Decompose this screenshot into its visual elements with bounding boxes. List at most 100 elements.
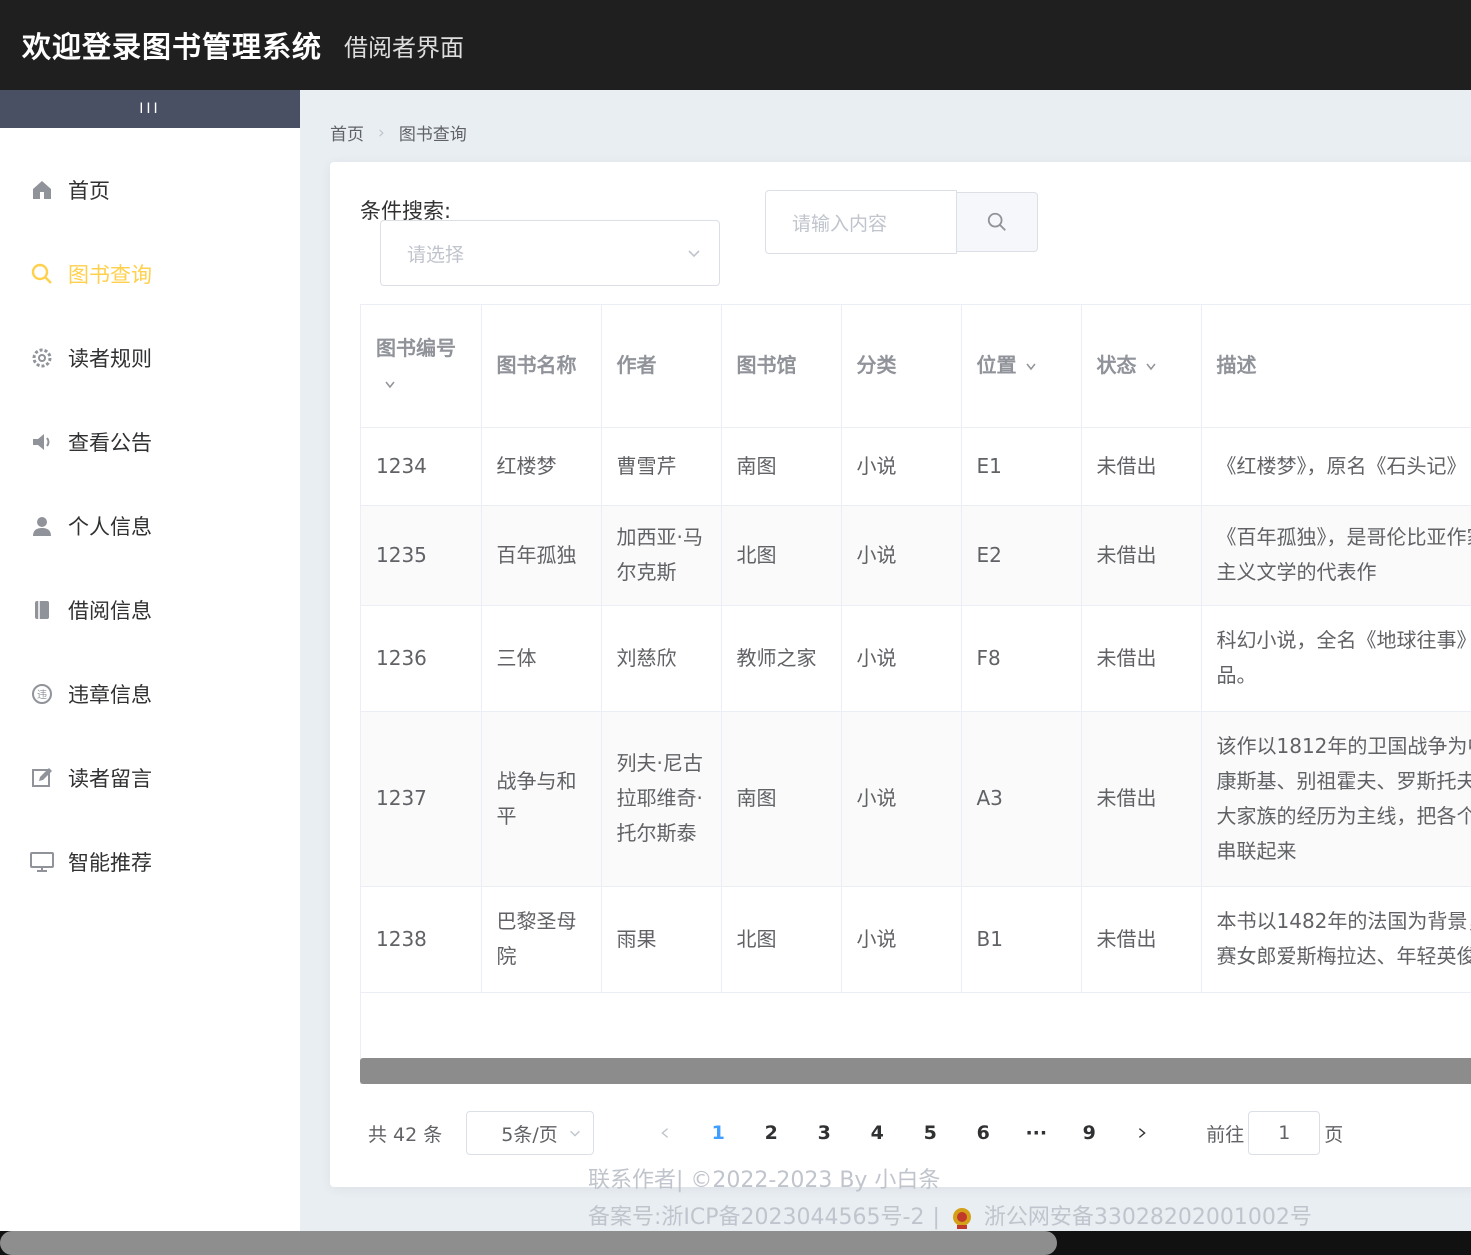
filter-icon[interactable]: [1143, 358, 1159, 374]
search-button[interactable]: [956, 192, 1038, 252]
sidebar-item-label[interactable]: 智能推荐: [68, 847, 152, 877]
table-row: 1236 三体 刘慈欣 教师之家 小说 F8 未借出 科幻小说，全名《地球往事》…: [361, 605, 1471, 712]
sidebar-item-borrow-info[interactable]: 借阅信息: [0, 568, 300, 652]
police-badge-icon[interactable]: [950, 1205, 974, 1231]
cell-category: 小说: [841, 605, 962, 712]
sidebar-item-announcements[interactable]: 查看公告: [0, 400, 300, 484]
table-row: 1235 百年孤独 加西亚·马尔克斯 北图 小说 E2 未借出 《百年孤独》，是…: [361, 505, 1471, 606]
sidebar: III 首页 图书查询 读者规则 查看公告 个人信息 借阅信息 违 违章信息 读…: [0, 90, 300, 1231]
cell-library: 北图: [721, 886, 842, 993]
violation-icon[interactable]: 违: [28, 680, 56, 708]
cell-name: 巴黎圣母院: [481, 886, 602, 993]
book-table: 图书编号 图书名称 作者 图书馆 分类 位置 状态 描述 1234 红楼梦 曹雪…: [360, 304, 1471, 1084]
search-input[interactable]: 请输入内容: [765, 190, 957, 254]
breadcrumb-home[interactable]: 首页: [330, 120, 364, 145]
page-size-select[interactable]: 5条/页: [466, 1111, 595, 1155]
column-header-description: 描述: [1201, 305, 1471, 428]
cell-id: 1235: [361, 505, 482, 606]
speaker-icon[interactable]: [28, 428, 56, 456]
cell-description: 《红楼梦》，原名《石头记》: [1201, 427, 1471, 506]
sidebar-item-label[interactable]: 图书查询: [68, 259, 152, 289]
cell-name: 战争与和平: [481, 711, 602, 887]
cell-category: 小说: [841, 886, 962, 993]
page-size-value: 5条/页: [501, 1123, 558, 1146]
cell-author: 曹雪芹: [601, 427, 722, 506]
next-page-button[interactable]: [1127, 1111, 1157, 1155]
cell-library: 北图: [721, 505, 842, 606]
prev-page-button[interactable]: [640, 1111, 690, 1155]
sidebar-item-violations[interactable]: 违 违章信息: [0, 652, 300, 736]
more-pages-ellipsis[interactable]: ···: [1011, 1111, 1061, 1155]
cell-category: 小说: [841, 427, 962, 506]
notebook-icon[interactable]: [28, 596, 56, 624]
description-text: 本书以1482年的法国为背景，讲述了吉卜赛女郎爱斯梅拉达、年轻英俊...: [1216, 909, 1471, 968]
cell-library: 南图: [721, 427, 842, 506]
cell-status: 未借出: [1081, 427, 1202, 506]
filter-icon[interactable]: [1023, 358, 1039, 374]
goto-page-input[interactable]: 1: [1248, 1111, 1321, 1155]
page-horizontal-scrollbar[interactable]: [0, 1231, 1471, 1255]
cell-location: E1: [961, 427, 1082, 506]
page-number[interactable]: 3: [799, 1111, 849, 1155]
sidebar-item-messages[interactable]: 读者留言: [0, 736, 300, 820]
sidebar-item-profile[interactable]: 个人信息: [0, 484, 300, 568]
sidebar-item-label[interactable]: 读者留言: [68, 763, 152, 793]
cell-status: 未借出: [1081, 886, 1202, 993]
sidebar-item-recommend[interactable]: 智能推荐: [0, 820, 300, 904]
sort-icon[interactable]: [382, 376, 398, 392]
page-number[interactable]: 9: [1064, 1111, 1114, 1155]
page-suffix: 页: [1324, 1123, 1344, 1146]
cell-name: 百年孤独: [481, 505, 602, 606]
page-number[interactable]: 2: [746, 1111, 796, 1155]
column-header-category: 分类: [841, 305, 962, 428]
search-icon: [987, 212, 1006, 231]
sidebar-item-book-search[interactable]: 图书查询: [0, 232, 300, 316]
column-header-name: 图书名称: [481, 305, 602, 428]
edit-icon[interactable]: [28, 764, 56, 792]
table-header-row: 图书编号 图书名称 作者 图书馆 分类 位置 状态 描述: [361, 305, 1471, 428]
sidebar-item-home[interactable]: 首页: [0, 148, 300, 232]
page-number[interactable]: 1: [693, 1111, 743, 1155]
breadcrumb-current: 图书查询: [398, 125, 467, 145]
search-field-select[interactable]: 请选择: [380, 220, 720, 286]
chevron-down-icon[interactable]: [669, 221, 719, 285]
sidebar-item-label[interactable]: 违章信息: [68, 679, 152, 709]
home-icon[interactable]: [28, 176, 56, 204]
cell-author: 列夫·尼古拉耶维奇·托尔斯泰: [601, 711, 722, 887]
cell-category: 小说: [841, 711, 962, 887]
sidebar-item-label[interactable]: 查看公告: [68, 427, 152, 457]
cell-author: 雨果: [601, 886, 722, 993]
cell-location: A3: [961, 711, 1082, 887]
main-content: 首页 › 图书查询 条件搜索: 请选择 请输入内容 图书编号 图书名称 作者 图…: [300, 90, 1471, 1231]
user-icon[interactable]: [28, 512, 56, 540]
chevron-down-icon[interactable]: [559, 1114, 591, 1152]
sidebar-item-label[interactable]: 借阅信息: [68, 595, 152, 625]
table-horizontal-scrollbar[interactable]: [360, 1058, 1471, 1084]
breadcrumb-separator-icon: ›: [378, 122, 385, 143]
page-number[interactable]: 4: [852, 1111, 902, 1155]
scrollbar-thumb[interactable]: [0, 1231, 1057, 1255]
sidebar-item-label[interactable]: 首页: [68, 175, 110, 205]
footer-contact: 联系作者| ©2022-2023 By 小白条: [588, 1168, 941, 1193]
description-text: 该作以1812年的卫国战争为中心，以鲍尔康斯基、别祖霍夫、罗斯托夫和库拉金四大家…: [1216, 733, 1471, 863]
sidebar-item-label[interactable]: 读者规则: [68, 343, 152, 373]
monitor-icon[interactable]: [28, 848, 56, 876]
cell-author: 加西亚·马尔克斯: [601, 505, 722, 606]
cell-name: 三体: [481, 605, 602, 712]
description-text: 科幻小说，全名《地球往事》三部曲作品。: [1216, 628, 1471, 687]
search-input-placeholder: 请输入内容: [792, 212, 888, 235]
column-header-label: 状态: [1096, 353, 1137, 378]
breadcrumb: 首页 › 图书查询: [330, 120, 467, 146]
pagination: 共 42 条 5条/页 1 2 3 4 5 6 ··· 9 前往 1 页: [368, 1108, 1343, 1158]
sidebar-item-label[interactable]: 个人信息: [68, 511, 152, 541]
search-icon[interactable]: [28, 260, 56, 288]
sidebar-collapse-toggle[interactable]: III: [0, 90, 300, 128]
cell-location: F8: [961, 605, 1082, 712]
cell-location: B1: [961, 886, 1082, 993]
sidebar-item-reader-rules[interactable]: 读者规则: [0, 316, 300, 400]
table-row: 1237 战争与和平 列夫·尼古拉耶维奇·托尔斯泰 南图 小说 A3 未借出 该…: [361, 711, 1471, 887]
page-number[interactable]: 5: [905, 1111, 955, 1155]
gear-icon[interactable]: [28, 344, 56, 372]
page-number[interactable]: 6: [958, 1111, 1008, 1155]
book-search-card: 条件搜索: 请选择 请输入内容 图书编号 图书名称 作者 图书馆 分类 位置 状…: [330, 162, 1471, 1187]
